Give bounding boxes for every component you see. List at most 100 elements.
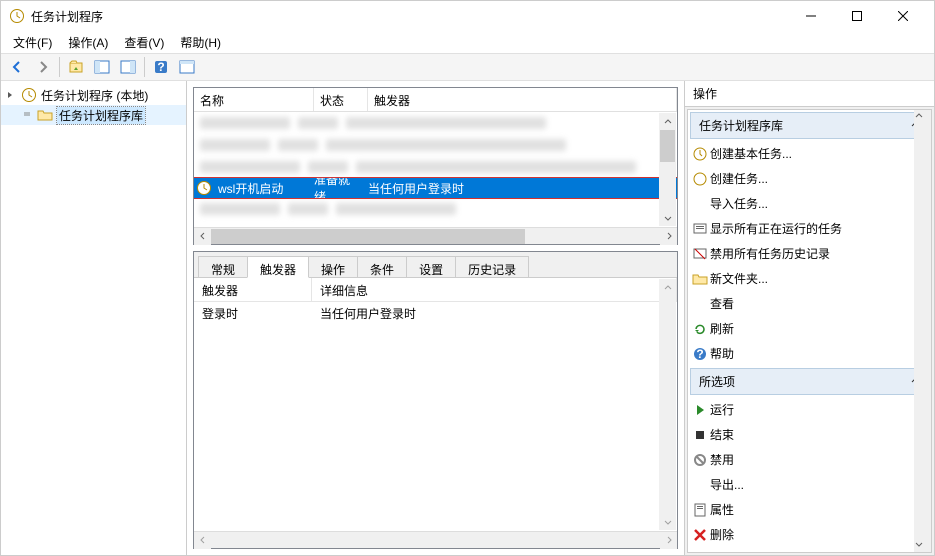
tab-conditions[interactable]: 条件 bbox=[357, 256, 407, 277]
properties-button[interactable] bbox=[116, 55, 140, 79]
tree-root[interactable]: 任务计划程序 (本地) bbox=[1, 85, 186, 105]
section-label: 所选项 bbox=[699, 373, 735, 390]
col-name[interactable]: 名称 bbox=[194, 88, 314, 111]
scroll-right-icon[interactable] bbox=[660, 532, 677, 549]
task-list: 名称 状态 触发器 wsl开机启动 准备就绪 当任何用户登录时 bbox=[193, 87, 678, 245]
clock-icon bbox=[21, 87, 37, 103]
scroll-thumb[interactable] bbox=[211, 229, 525, 244]
action-end[interactable]: 结束 bbox=[688, 422, 931, 447]
create-basic-icon bbox=[692, 146, 708, 162]
task-row[interactable] bbox=[194, 156, 677, 178]
menubar: 文件(F) 操作(A) 查看(V) 帮助(H) bbox=[1, 31, 934, 53]
action-run[interactable]: 运行 bbox=[688, 397, 931, 422]
trigger-row[interactable]: 登录时 当任何用户登录时 bbox=[194, 302, 677, 324]
show-hide-tree-button[interactable] bbox=[90, 55, 114, 79]
expander-icon[interactable] bbox=[21, 110, 33, 120]
action-new-folder[interactable]: 新文件夹... bbox=[688, 266, 931, 291]
running-icon bbox=[692, 221, 708, 237]
section-selected[interactable]: 所选项 bbox=[690, 368, 929, 395]
minimize-button[interactable] bbox=[788, 1, 834, 31]
titlebar: 任务计划程序 bbox=[1, 1, 934, 31]
help-button[interactable]: ? bbox=[149, 55, 173, 79]
action-refresh[interactable]: 刷新 bbox=[688, 316, 931, 341]
tab-settings[interactable]: 设置 bbox=[406, 256, 456, 277]
scroll-thumb[interactable] bbox=[914, 124, 931, 476]
action-view[interactable]: 查看 bbox=[688, 291, 931, 316]
scroll-left-icon[interactable] bbox=[194, 532, 211, 549]
actions-body: 任务计划程序库 创建基本任务... 创建任务... 导入任务... 显示所有正在… bbox=[687, 109, 932, 553]
col-trigger[interactable]: 触发器 bbox=[368, 88, 677, 111]
expander-icon[interactable] bbox=[5, 90, 17, 100]
menu-action[interactable]: 操作(A) bbox=[60, 32, 116, 53]
action-label: 删除 bbox=[710, 526, 734, 543]
action-help[interactable]: ? 帮助 bbox=[688, 341, 931, 366]
tab-triggers[interactable]: 触发器 bbox=[247, 256, 309, 278]
detail-body: 触发器 详细信息 登录时 当任何用户登录时 bbox=[194, 278, 677, 531]
scroll-right-icon[interactable] bbox=[660, 228, 677, 245]
scroll-up-icon[interactable] bbox=[659, 113, 676, 130]
action-import-task[interactable]: 导入任务... bbox=[688, 191, 931, 216]
tree-pane: 任务计划程序 (本地) 任务计划程序库 bbox=[1, 81, 187, 555]
action-export[interactable]: 导出... bbox=[688, 472, 931, 497]
horizontal-scrollbar[interactable] bbox=[194, 227, 677, 244]
action-label: 导入任务... bbox=[710, 195, 768, 212]
separator bbox=[59, 57, 60, 77]
window-title: 任务计划程序 bbox=[31, 8, 788, 25]
col-info[interactable]: 详细信息 bbox=[312, 278, 677, 301]
tab-history[interactable]: 历史记录 bbox=[455, 256, 529, 277]
close-button[interactable] bbox=[880, 1, 926, 31]
trigger-type: 登录时 bbox=[194, 303, 312, 324]
clock-icon bbox=[196, 180, 212, 196]
tree: 任务计划程序 (本地) 任务计划程序库 bbox=[1, 81, 186, 555]
task-row-selected[interactable]: wsl开机启动 准备就绪 当任何用户登录时 bbox=[194, 178, 677, 198]
vertical-scrollbar[interactable] bbox=[659, 113, 676, 226]
maximize-button[interactable] bbox=[834, 1, 880, 31]
tree-library[interactable]: 任务计划程序库 bbox=[1, 105, 186, 125]
vertical-scrollbar[interactable] bbox=[659, 279, 676, 530]
action-delete[interactable]: 删除 bbox=[688, 522, 931, 547]
vertical-scrollbar[interactable] bbox=[914, 110, 931, 552]
trigger-info: 当任何用户登录时 bbox=[312, 303, 424, 324]
action-label: 运行 bbox=[710, 401, 734, 418]
horizontal-scrollbar[interactable] bbox=[194, 531, 677, 548]
action-label: 帮助 bbox=[710, 345, 734, 362]
action-label: 查看 bbox=[710, 295, 734, 312]
task-row[interactable] bbox=[194, 198, 677, 220]
scroll-down-icon[interactable] bbox=[659, 209, 676, 226]
scroll-thumb[interactable] bbox=[660, 130, 675, 162]
action-label: 创建任务... bbox=[710, 170, 768, 187]
action-properties[interactable]: 属性 bbox=[688, 497, 931, 522]
action-label: 导出... bbox=[710, 476, 744, 493]
scroll-left-icon[interactable] bbox=[194, 228, 211, 245]
section-library[interactable]: 任务计划程序库 bbox=[690, 112, 929, 139]
scroll-down-icon[interactable] bbox=[914, 538, 931, 552]
back-button[interactable] bbox=[5, 55, 29, 79]
action-disable[interactable]: 禁用 bbox=[688, 447, 931, 472]
col-trigger[interactable]: 触发器 bbox=[194, 278, 312, 301]
scroll-up-icon[interactable] bbox=[659, 279, 676, 296]
forward-button[interactable] bbox=[31, 55, 55, 79]
menu-help[interactable]: 帮助(H) bbox=[172, 32, 229, 53]
detail-header: 触发器 详细信息 bbox=[194, 278, 677, 302]
scroll-down-icon[interactable] bbox=[659, 513, 676, 530]
list-body[interactable]: wsl开机启动 准备就绪 当任何用户登录时 bbox=[194, 112, 677, 227]
action-create-basic-task[interactable]: 创建基本任务... bbox=[688, 141, 931, 166]
action-show-running[interactable]: 显示所有正在运行的任务 bbox=[688, 216, 931, 241]
task-row[interactable] bbox=[194, 112, 677, 134]
col-state[interactable]: 状态 bbox=[314, 88, 368, 111]
disable-icon bbox=[692, 452, 708, 468]
action-create-task[interactable]: 创建任务... bbox=[688, 166, 931, 191]
detail-pane: 常规 触发器 操作 条件 设置 历史记录 触发器 详细信息 登录时 当任何用户登… bbox=[193, 251, 678, 549]
tab-general[interactable]: 常规 bbox=[198, 256, 248, 277]
scroll-up-icon[interactable] bbox=[914, 110, 931, 124]
app-icon bbox=[9, 8, 25, 24]
task-row[interactable] bbox=[194, 134, 677, 156]
menu-view[interactable]: 查看(V) bbox=[116, 32, 172, 53]
menu-file[interactable]: 文件(F) bbox=[5, 32, 60, 53]
list-header: 名称 状态 触发器 bbox=[194, 88, 677, 112]
up-button[interactable] bbox=[64, 55, 88, 79]
action-disable-history[interactable]: 禁用所有任务历史记录 bbox=[688, 241, 931, 266]
action-label: 禁用 bbox=[710, 451, 734, 468]
tab-actions[interactable]: 操作 bbox=[308, 256, 358, 277]
show-actions-button[interactable] bbox=[175, 55, 199, 79]
